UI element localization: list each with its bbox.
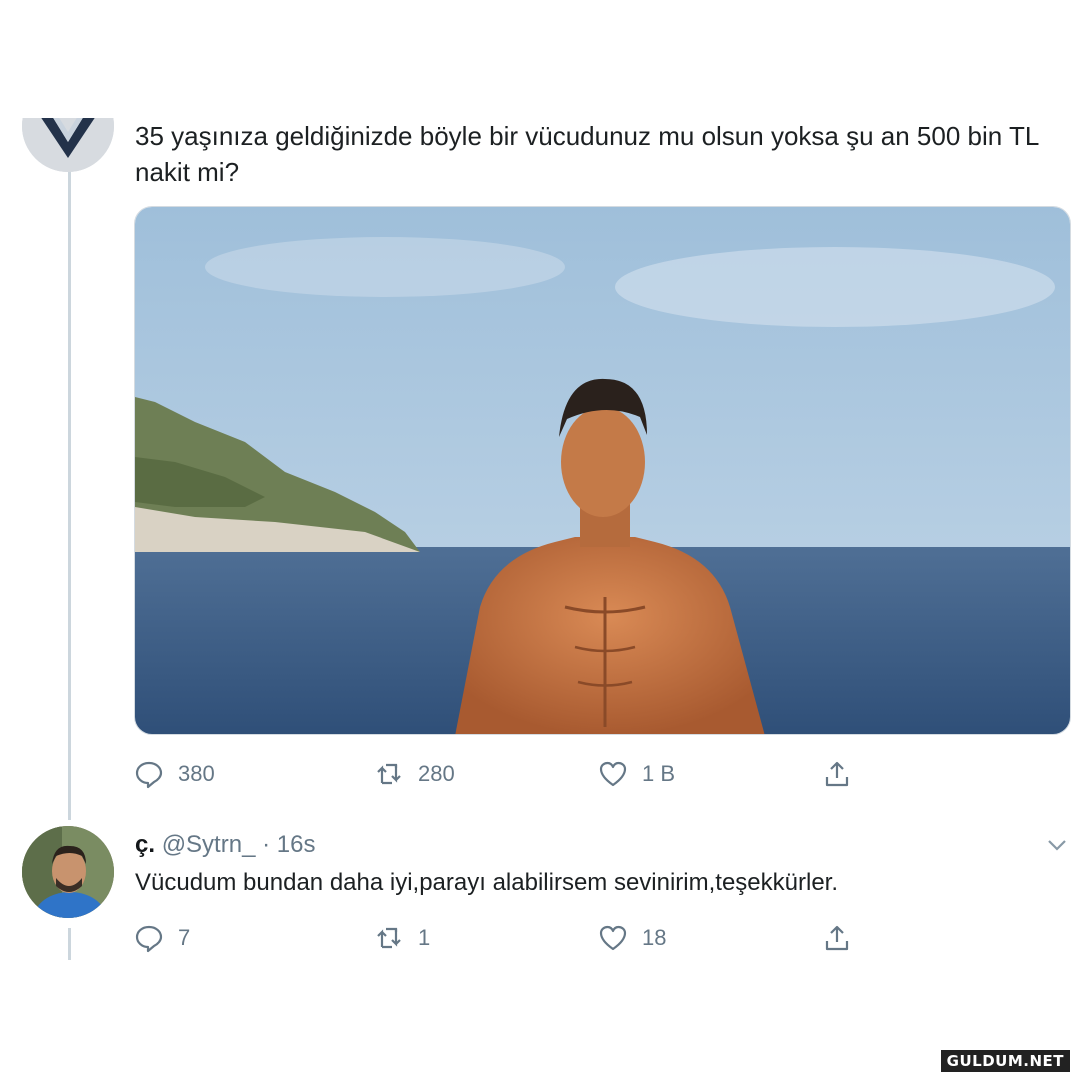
watermark: GULDUM.NET — [940, 1050, 1070, 1072]
reply-text: Vücudum bundan daha iyi,parayı alabilirs… — [135, 869, 839, 896]
user-photo — [22, 826, 114, 918]
retweet-count: 280 — [418, 761, 455, 786]
reply-count: 380 — [178, 761, 215, 786]
tweet-text: 35 yaşınıza geldiğinizde böyle bir vücud… — [135, 121, 1039, 187]
avatar[interactable] — [22, 118, 114, 172]
heart-icon — [599, 761, 627, 787]
reply-icon — [135, 761, 163, 789]
reply-button[interactable]: 380 — [134, 754, 215, 794]
retweet-count: 1 — [418, 925, 431, 950]
thread-line-bottom — [68, 928, 71, 960]
v-logo-icon — [22, 118, 114, 172]
reply-icon — [135, 925, 163, 953]
retweet-button[interactable]: 1 — [374, 918, 430, 958]
retweet-button[interactable]: 280 — [374, 754, 455, 794]
retweet-icon — [377, 763, 401, 785]
like-button[interactable]: 1 B — [598, 754, 675, 794]
user-handle[interactable]: @Sytrn_ — [162, 831, 256, 858]
photo-image — [135, 207, 1070, 734]
retweet-icon — [377, 927, 401, 949]
reply-header: ç. @Sytrn_ · 16s — [135, 828, 315, 862]
share-icon — [825, 761, 849, 787]
like-button[interactable]: 18 — [598, 918, 666, 958]
share-button[interactable] — [822, 918, 852, 958]
tweet-actions: 380 280 1 B — [134, 754, 874, 794]
reply-button[interactable]: 7 — [134, 918, 190, 958]
like-count: 1 B — [642, 761, 676, 786]
like-count: 18 — [642, 925, 667, 950]
chevron-down-icon[interactable] — [1044, 832, 1070, 858]
share-icon — [825, 925, 849, 951]
timestamp[interactable]: 16s — [277, 831, 316, 858]
share-button[interactable] — [822, 754, 852, 794]
reply-actions: 7 1 18 — [134, 918, 874, 958]
heart-icon — [599, 925, 627, 951]
thread-line-top — [68, 170, 71, 820]
reply-avatar[interactable] — [22, 826, 114, 918]
reply-count: 7 — [178, 925, 191, 950]
display-name[interactable]: ç. — [135, 831, 155, 858]
separator-dot: · — [262, 831, 271, 858]
tweet-media-photo[interactable] — [134, 206, 1071, 735]
